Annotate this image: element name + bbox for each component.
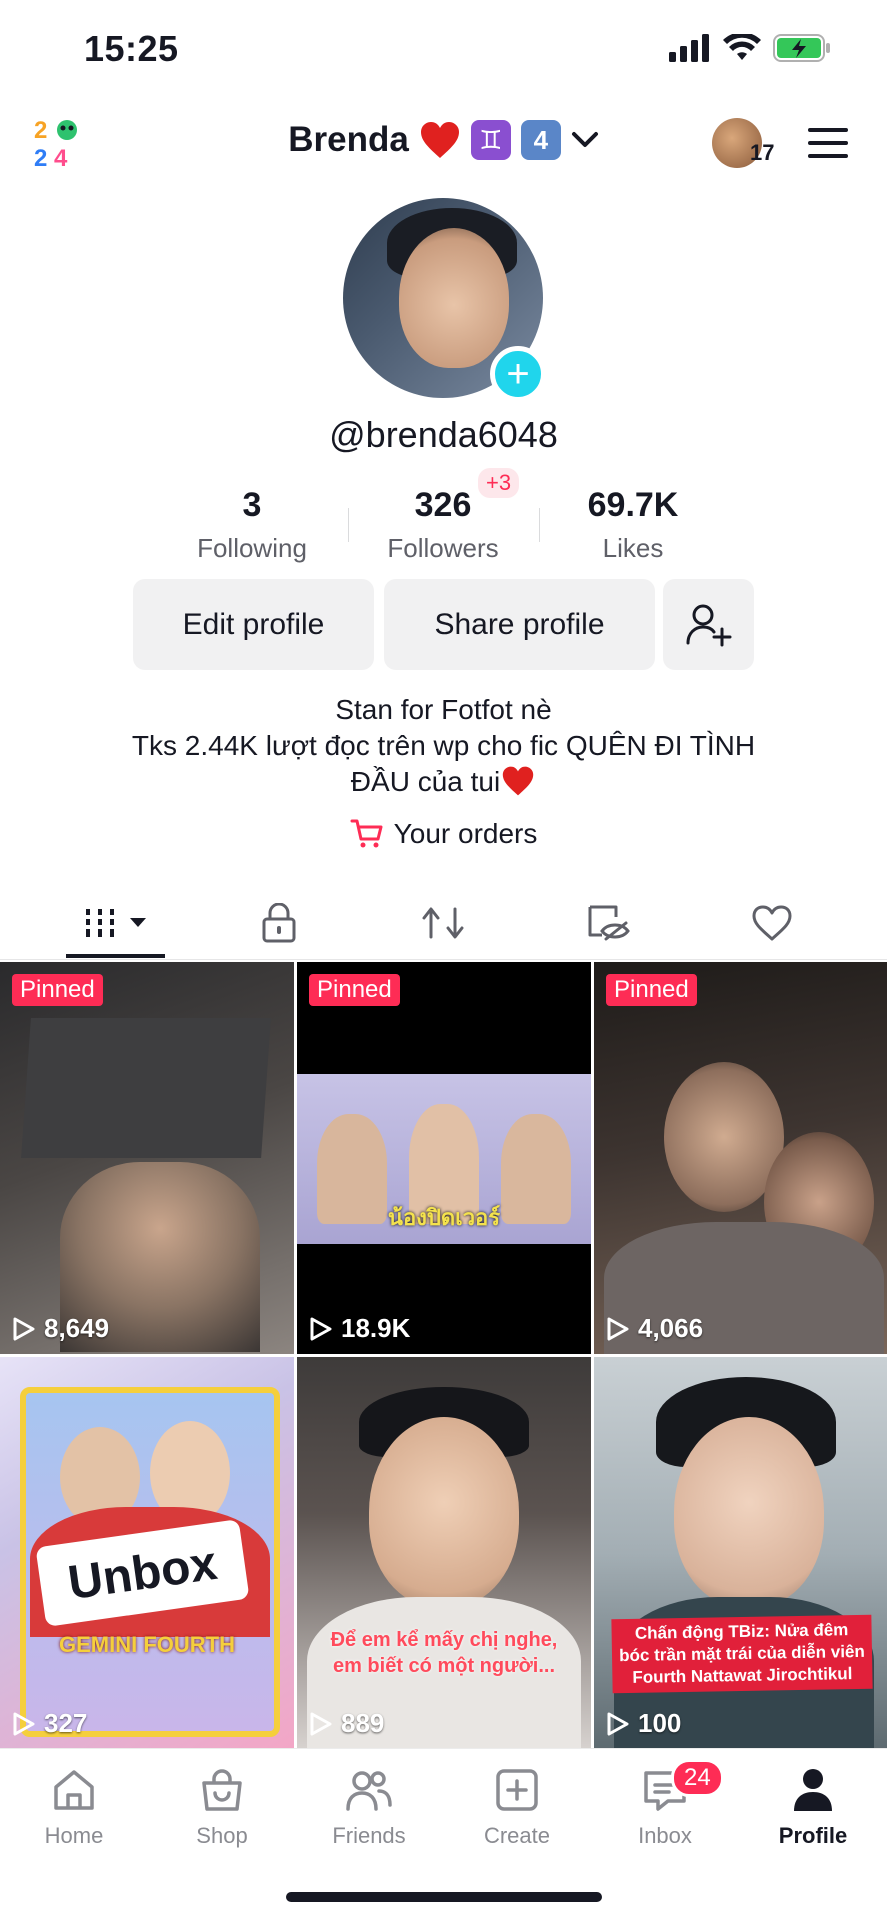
tab-liked[interactable] bbox=[742, 898, 802, 948]
following-count: 3 bbox=[242, 486, 262, 524]
video-caption: น้องปิดเวอร์ bbox=[387, 1205, 501, 1230]
video-subcaption: GEMINI FOURTH bbox=[59, 1632, 235, 1657]
battery-charging-icon bbox=[773, 34, 830, 62]
play-icon bbox=[13, 1712, 35, 1735]
video-tile-6[interactable]: Chấn động TBiz: Nửa đêm bóc trần mặt trá… bbox=[594, 1357, 887, 1749]
your-orders-label: Your orders bbox=[393, 818, 538, 849]
view-count: 100 bbox=[606, 1708, 681, 1739]
view-count: 889 bbox=[309, 1708, 384, 1739]
play-icon bbox=[310, 1317, 332, 1340]
repost-icon bbox=[422, 907, 464, 939]
wifi-icon bbox=[723, 34, 761, 60]
nav-create-label: Create bbox=[483, 1823, 551, 1848]
profile-stats: 3 Following 326 Followers 69.7K Likes bbox=[0, 486, 887, 566]
video-tile-5[interactable]: Để em kể mấy chị nghe, em biết có một ng… bbox=[297, 1357, 591, 1749]
view-count: 4,066 bbox=[606, 1313, 703, 1344]
nav-home-label: Home bbox=[44, 1823, 104, 1848]
play-icon bbox=[607, 1712, 629, 1735]
create-plus-icon bbox=[496, 1769, 538, 1811]
video-tile-4[interactable]: Unbox GEMINI FOURTH 327 bbox=[0, 1357, 294, 1749]
nav-shop[interactable]: Shop bbox=[162, 1767, 282, 1849]
menu-icon[interactable] bbox=[808, 128, 848, 160]
status-bar: 15:25 bbox=[0, 0, 887, 100]
shopping-bag-icon bbox=[202, 1769, 242, 1811]
profile-person-icon bbox=[794, 1769, 832, 1811]
pinned-badge: Pinned bbox=[12, 974, 103, 1006]
your-orders-link[interactable]: Your orders bbox=[0, 818, 887, 850]
nav-inbox-label: Inbox bbox=[638, 1823, 692, 1848]
gemini-emoji-icon: ♊ bbox=[470, 120, 511, 160]
add-avatar-plus-icon[interactable]: + bbox=[490, 346, 546, 402]
view-count: 8,649 bbox=[12, 1313, 109, 1344]
profile-name: Brenda bbox=[288, 120, 409, 159]
shopping-cart-icon bbox=[350, 819, 383, 848]
nav-home[interactable]: Home bbox=[14, 1767, 134, 1849]
home-indicator bbox=[286, 1892, 602, 1902]
tab-hidden[interactable] bbox=[578, 898, 638, 948]
likes-count: 69.7K bbox=[587, 486, 679, 524]
play-icon bbox=[13, 1317, 35, 1340]
nav-friends-label: Friends bbox=[332, 1823, 406, 1848]
video-tile-2[interactable]: น้องปิดเวอร์ Pinned 18.9K bbox=[297, 962, 591, 1354]
likes-stat[interactable]: 69.7K Likes bbox=[538, 486, 728, 564]
video-tile-3[interactable]: Pinned 4,066 bbox=[594, 962, 887, 1354]
view-count: 18.9K bbox=[309, 1313, 410, 1344]
red-heart-icon bbox=[420, 122, 459, 158]
tab-videos[interactable] bbox=[80, 898, 152, 948]
inbox-badge: 24 bbox=[671, 1759, 724, 1797]
add-friend-button[interactable] bbox=[663, 579, 754, 670]
following-stat[interactable]: 3 Following bbox=[157, 486, 347, 564]
chevron-down-icon bbox=[571, 132, 598, 147]
tab-private[interactable] bbox=[249, 898, 309, 948]
nav-profile-label: Profile bbox=[778, 1823, 848, 1848]
videos-grid-icon bbox=[86, 909, 146, 937]
bio-line-1: Stan for Fotfot nè bbox=[335, 694, 552, 725]
lock-icon bbox=[262, 903, 296, 943]
pinned-badge: Pinned bbox=[309, 974, 400, 1006]
status-icons bbox=[669, 34, 831, 62]
status-time: 15:25 bbox=[84, 28, 179, 69]
bio-line-2: Tks 2.44K lượt đọc trên wp cho fic QUÊN … bbox=[131, 730, 756, 761]
pinned-badge: Pinned bbox=[606, 974, 697, 1006]
video-caption: Để em kể mấy chị nghe, em biết có một ng… bbox=[330, 1629, 558, 1677]
share-profile-button[interactable]: Share profile bbox=[384, 579, 655, 670]
tab-reposts[interactable] bbox=[413, 898, 473, 948]
top-header: 2 2 4 Brenda ♊ 4 17 bbox=[0, 110, 887, 180]
active-tab-indicator bbox=[66, 954, 165, 958]
signal-icon bbox=[669, 34, 709, 62]
hidden-eye-icon bbox=[588, 905, 630, 941]
nav-create[interactable]: Create bbox=[457, 1767, 577, 1849]
username: @brenda6048 bbox=[329, 414, 558, 455]
friends-icon bbox=[346, 1771, 392, 1811]
likes-label: Likes bbox=[602, 533, 664, 563]
edit-profile-button[interactable]: Edit profile bbox=[133, 579, 374, 670]
play-icon bbox=[310, 1712, 332, 1735]
red-heart-icon bbox=[503, 766, 534, 796]
new-followers-badge: +3 bbox=[478, 468, 520, 498]
keycap-four-icon: 4 bbox=[520, 120, 561, 160]
profile-tabs bbox=[0, 880, 887, 960]
view-count: 327 bbox=[12, 1708, 87, 1739]
followers-label: Followers bbox=[387, 533, 499, 563]
add-friend-icon bbox=[686, 604, 731, 646]
bio-line-3: ĐẦU của tui bbox=[0, 764, 887, 800]
nav-inbox[interactable]: 24 Inbox bbox=[605, 1759, 725, 1849]
play-icon bbox=[607, 1317, 629, 1340]
home-icon bbox=[54, 1770, 94, 1810]
heart-outline-icon bbox=[752, 905, 792, 941]
following-label: Following bbox=[197, 533, 307, 563]
video-caption: Chấn động TBiz: Nửa đêm bóc trần mặt trá… bbox=[611, 1614, 873, 1694]
video-tile-1[interactable]: Pinned 8,649 bbox=[0, 962, 294, 1354]
nav-profile[interactable]: Profile bbox=[753, 1767, 873, 1849]
profile-views-count: 17 bbox=[750, 140, 775, 165]
profile-bio: Stan for Fotfot nè Tks 2.44K lượt đọc tr… bbox=[0, 692, 887, 800]
nav-friends[interactable]: Friends bbox=[309, 1767, 429, 1849]
nav-shop-label: Shop bbox=[196, 1823, 248, 1848]
